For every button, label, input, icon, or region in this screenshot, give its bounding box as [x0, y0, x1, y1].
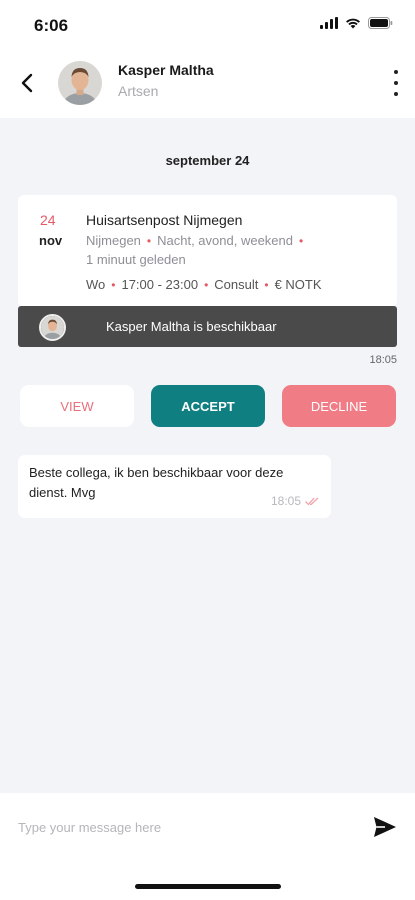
separator-dot: •	[146, 234, 152, 248]
message-composer	[0, 793, 415, 900]
contact-name: Kasper Maltha	[118, 62, 214, 78]
shift-location: Nijmegen	[86, 233, 141, 248]
chat-header: Kasper Maltha Artsen	[0, 48, 415, 118]
separator-dot: •	[299, 234, 304, 248]
shift-info-line: Nijmegen • Nacht, avond, weekend •	[86, 233, 309, 248]
separator-dot: •	[204, 278, 209, 292]
avatar[interactable]	[58, 61, 102, 105]
status-bar: 6:06	[0, 0, 415, 48]
separator-dot: •	[264, 278, 269, 292]
wifi-icon	[346, 18, 360, 29]
double-check-icon	[305, 497, 319, 505]
contact-role: Artsen	[118, 83, 159, 99]
availability-time: 18:05	[369, 354, 397, 366]
accept-button[interactable]: ACCEPT	[151, 385, 265, 427]
shift-title: Huisartsenpost Nijmegen	[86, 212, 243, 228]
send-button[interactable]	[373, 816, 399, 838]
shift-month: nov	[39, 233, 63, 248]
message-text: Beste collega, ik ben beschikbaar voor d…	[29, 465, 284, 500]
avatar	[39, 314, 66, 341]
home-indicator	[135, 884, 281, 889]
decline-button[interactable]: DECLINE	[282, 385, 396, 427]
availability-text: Kasper Maltha is beschikbaar	[106, 319, 277, 334]
separator-dot: •	[111, 278, 116, 292]
shift-posted: 1 minuut geleden	[86, 252, 186, 267]
shift-day: 24	[40, 212, 56, 228]
shift-weekday: Wo	[86, 277, 106, 292]
status-icons	[320, 17, 393, 29]
shift-card[interactable]: 24 nov Huisartsenpost Nijmegen Nijmegen •…	[18, 195, 397, 307]
back-arrow-icon	[21, 73, 33, 93]
more-vertical-icon[interactable]	[391, 70, 401, 96]
shift-hours: 17:00 - 23:00	[121, 277, 199, 292]
status-time: 6:06	[34, 16, 69, 35]
battery-icon	[368, 17, 393, 29]
shift-details-line: Wo • 17:00 - 23:00 • Consult • € NOTK	[86, 277, 322, 292]
shift-type: Nacht, avond, weekend	[157, 233, 293, 248]
message-bubble[interactable]: Beste collega, ik ben beschikbaar voor d…	[18, 455, 331, 518]
shift-rate: € NOTK	[274, 277, 322, 292]
back-button[interactable]	[16, 70, 38, 96]
availability-banner: Kasper Maltha is beschikbaar	[18, 306, 397, 347]
message-time: 18:05	[270, 494, 301, 508]
signal-icon	[320, 17, 338, 29]
send-icon	[374, 817, 396, 837]
message-meta: 18:05	[271, 494, 319, 508]
view-button[interactable]: VIEW	[20, 385, 134, 427]
message-input[interactable]	[18, 815, 338, 839]
date-separator: september 24	[165, 153, 250, 168]
shift-kind: Consult	[214, 277, 259, 292]
